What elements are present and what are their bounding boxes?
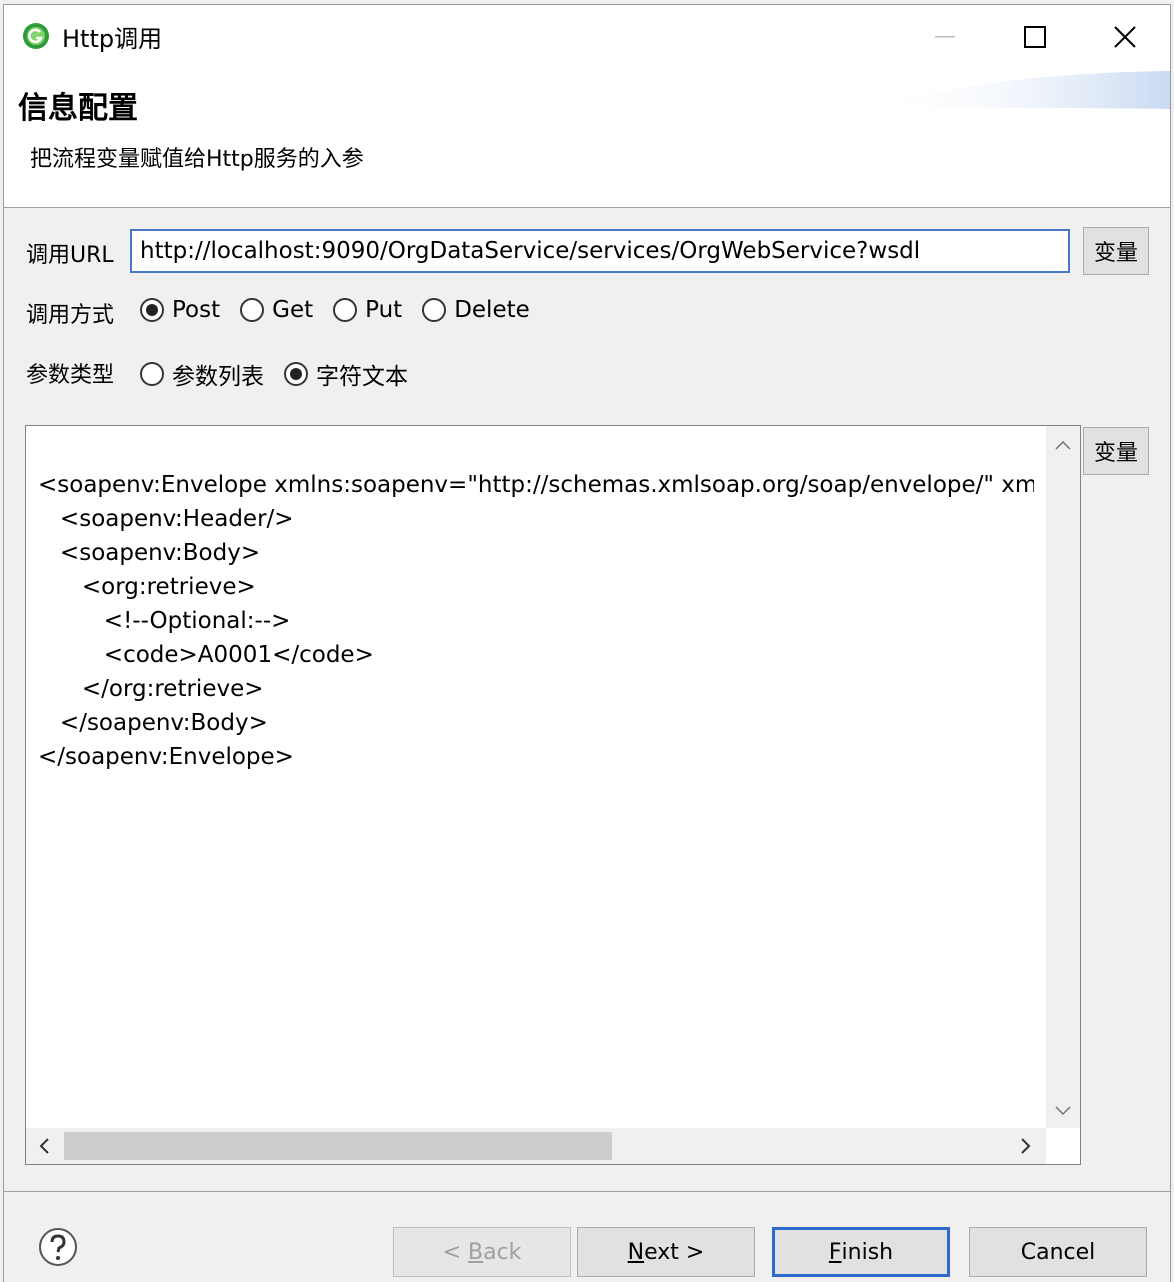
code-line: </soapenv:Body> — [38, 710, 268, 736]
method-radio-post[interactable]: Post — [140, 297, 220, 323]
vertical-scrollbar[interactable] — [1046, 426, 1080, 1128]
code-line: <org:retrieve> — [38, 574, 256, 600]
maximize-button[interactable] — [1010, 17, 1060, 57]
body-text-content[interactable]: <soapenv:Envelope xmlns:soapenv="http://… — [38, 434, 1034, 842]
close-icon — [1114, 26, 1136, 48]
code-line: </soapenv:Envelope> — [38, 744, 294, 770]
scroll-down-icon[interactable] — [1055, 1106, 1071, 1116]
url-variable-button[interactable]: 变量 — [1083, 227, 1149, 275]
wizard-banner: 信息配置 把流程变量赋值给Http服务的入参 — [4, 63, 1170, 208]
banner-decoration — [870, 71, 1170, 109]
finish-button[interactable]: Finish — [772, 1227, 950, 1277]
scroll-left-icon[interactable] — [38, 1138, 50, 1154]
help-button[interactable] — [38, 1227, 78, 1267]
param-type-radio-group: 参数列表 字符文本 — [140, 357, 428, 391]
title-bar[interactable]: Http调用 — [4, 5, 1170, 63]
maximize-icon — [1024, 26, 1046, 48]
close-button[interactable] — [1100, 17, 1150, 57]
window-title: Http调用 — [62, 25, 163, 53]
scroll-right-icon[interactable] — [1020, 1138, 1032, 1154]
method-label: 调用方式 — [26, 303, 115, 328]
horizontal-scrollbar[interactable] — [26, 1128, 1046, 1164]
body-variable-button[interactable]: 变量 — [1083, 427, 1149, 475]
dialog-window: Http调用 信息配置 把流程变量赋值给Http服务的入参 调用URL 变量 调 — [3, 4, 1171, 1282]
page-title: 信息配置 — [18, 91, 138, 126]
help-icon — [39, 1228, 77, 1266]
url-label: 调用URL — [26, 243, 114, 268]
param-type-radio-text[interactable]: 字符文本 — [284, 357, 408, 391]
code-line: <soapenv:Envelope xmlns:soapenv="http://… — [38, 472, 1034, 498]
method-radio-delete[interactable]: Delete — [422, 297, 530, 323]
horizontal-scroll-thumb[interactable] — [64, 1132, 612, 1160]
minimize-button[interactable] — [920, 17, 970, 57]
url-input[interactable] — [130, 229, 1070, 273]
param-type-label: 参数类型 — [26, 363, 115, 388]
param-type-radio-list[interactable]: 参数列表 — [140, 357, 264, 391]
code-line: <soapenv:Body> — [38, 540, 261, 566]
code-line: </org:retrieve> — [38, 676, 264, 702]
body-text-editor[interactable]: <soapenv:Envelope xmlns:soapenv="http://… — [25, 425, 1081, 1165]
next-button[interactable]: Next > — [577, 1227, 755, 1277]
method-radio-get[interactable]: Get — [240, 297, 313, 323]
page-description: 把流程变量赋值给Http服务的入参 — [30, 147, 364, 172]
scroll-up-icon[interactable] — [1055, 440, 1071, 450]
footer-separator — [4, 1191, 1170, 1192]
code-line: <code>A0001</code> — [38, 642, 374, 668]
code-line: <!--Optional:--> — [38, 608, 291, 634]
app-logo-icon — [22, 22, 50, 50]
method-radio-put[interactable]: Put — [333, 297, 402, 323]
cancel-button[interactable]: Cancel — [969, 1227, 1147, 1277]
back-button[interactable]: < Back — [393, 1227, 571, 1277]
code-line: <soapenv:Header/> — [38, 506, 294, 532]
minimize-icon — [935, 36, 955, 38]
method-radio-group: Post Get Put Delete — [140, 297, 550, 323]
